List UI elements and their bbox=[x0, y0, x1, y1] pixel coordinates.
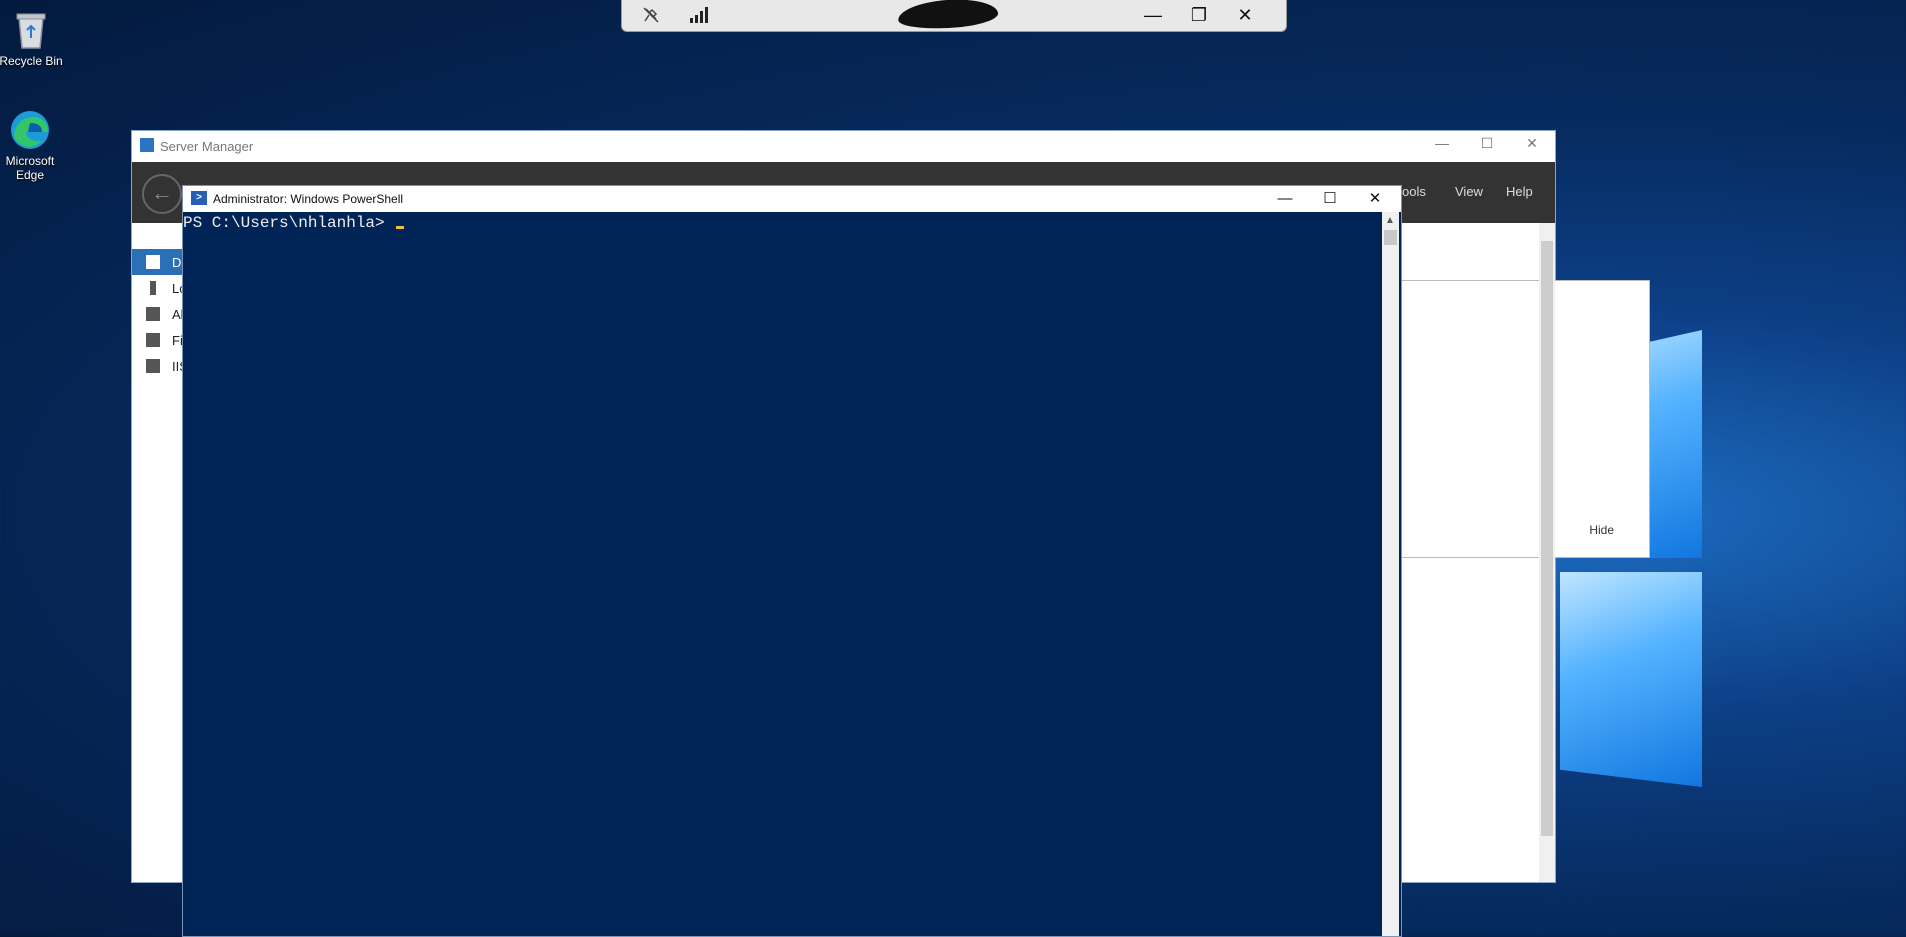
menu-view[interactable]: View bbox=[1455, 184, 1483, 199]
sidebar-item-local-server[interactable]: Lo bbox=[132, 275, 187, 301]
powershell-window: > Administrator: Windows PowerShell — ☐ … bbox=[182, 185, 1402, 937]
hide-link[interactable]: Hide bbox=[1589, 523, 1614, 537]
ps-close-button[interactable]: ✕ bbox=[1353, 188, 1397, 210]
redacted-connection-name bbox=[897, 0, 999, 32]
console-prompt: PS C:\Users\nhlanhla> bbox=[183, 214, 395, 232]
unpin-icon[interactable] bbox=[636, 2, 666, 28]
scroll-up-arrow-icon[interactable]: ▲ bbox=[1385, 215, 1395, 226]
powershell-titlebar: > Administrator: Windows PowerShell — ☐ … bbox=[183, 186, 1401, 212]
edge-label: Microsoft Edge bbox=[5, 154, 55, 182]
sidebar-item-all-servers[interactable]: Al bbox=[132, 301, 187, 327]
sidebar-item-dashboard[interactable]: Da bbox=[132, 249, 189, 275]
edge-icon bbox=[8, 108, 52, 152]
powershell-title: Administrator: Windows PowerShell bbox=[213, 192, 404, 206]
iis-icon bbox=[146, 359, 160, 373]
server-manager-title: Server Manager bbox=[160, 139, 254, 154]
remote-minimize-button[interactable]: — bbox=[1138, 2, 1168, 28]
dashboard-icon bbox=[146, 255, 160, 269]
text-cursor bbox=[396, 226, 405, 229]
sm-minimize-button[interactable]: — bbox=[1422, 135, 1462, 157]
remote-connection-bar: — ❐ ✕ bbox=[621, 0, 1287, 32]
recycle-bin-label: Recycle Bin bbox=[0, 54, 63, 68]
sm-scrollbar-thumb[interactable] bbox=[1541, 241, 1553, 836]
sm-scrollbar[interactable] bbox=[1539, 223, 1555, 882]
powershell-icon: > bbox=[191, 191, 207, 205]
ps-maximize-button[interactable]: ☐ bbox=[1308, 188, 1352, 210]
server-manager-titlebar: Server Manager — ☐ ✕ bbox=[132, 131, 1555, 162]
desktop-icon-recycle-bin[interactable]: Recycle Bin bbox=[0, 8, 66, 68]
console-line: PS C:\Users\nhlanhla> bbox=[183, 214, 405, 232]
ps-minimize-button[interactable]: — bbox=[1263, 188, 1307, 210]
ps-scrollbar[interactable]: ▲ bbox=[1382, 212, 1399, 936]
desktop-icon-microsoft-edge[interactable]: Microsoft Edge bbox=[0, 108, 64, 182]
ps-scrollbar-thumb[interactable] bbox=[1384, 230, 1397, 245]
windows-logo-pane-bottom bbox=[1560, 572, 1702, 787]
menu-help[interactable]: Help bbox=[1506, 184, 1533, 199]
back-arrow-icon[interactable]: ← bbox=[142, 174, 182, 214]
remote-close-button[interactable]: ✕ bbox=[1230, 2, 1260, 28]
powershell-console[interactable]: PS C:\Users\nhlanhla> bbox=[183, 212, 1382, 936]
sidebar-item-iis[interactable]: IIS bbox=[132, 353, 188, 379]
menu-tools[interactable]: ools bbox=[1402, 184, 1426, 199]
file-services-icon bbox=[146, 333, 160, 347]
signal-bars-icon[interactable] bbox=[684, 2, 714, 28]
server-icon bbox=[150, 281, 156, 295]
recycle-bin-icon bbox=[9, 8, 53, 52]
remote-restore-button[interactable]: ❐ bbox=[1184, 2, 1214, 28]
sm-close-button[interactable]: ✕ bbox=[1512, 135, 1552, 157]
sm-maximize-button[interactable]: ☐ bbox=[1467, 135, 1507, 157]
server-manager-icon bbox=[140, 138, 154, 152]
server-manager-sidebar: Da Lo Al Fi IIS bbox=[132, 223, 189, 882]
servers-icon bbox=[146, 307, 160, 321]
welcome-panel: Hide bbox=[1400, 280, 1650, 558]
sidebar-item-file-services[interactable]: Fi bbox=[132, 327, 187, 353]
